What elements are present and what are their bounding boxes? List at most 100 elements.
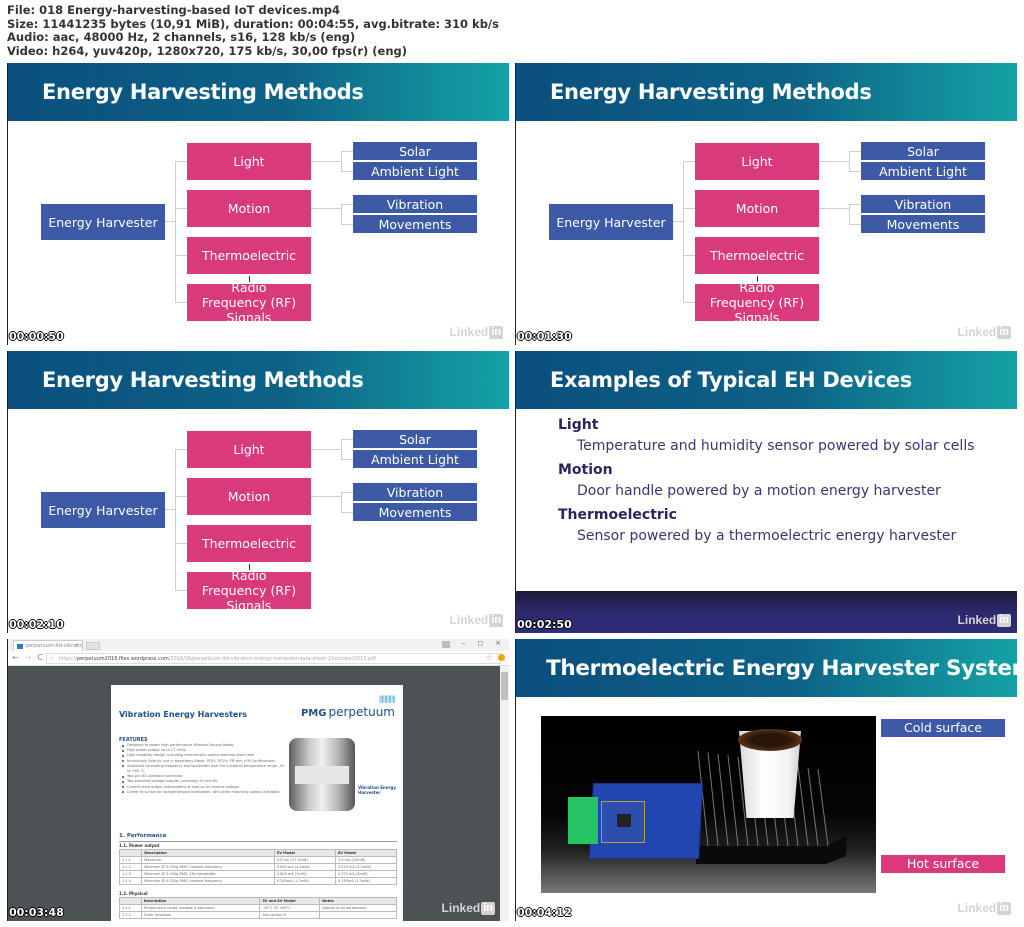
connector-line (849, 224, 861, 225)
node-movements: Movements (353, 215, 477, 233)
energy-harvesting-diagram: Energy Harvester Light Motion Thermoelec… (8, 409, 509, 633)
example-desc-light: Temperature and humidity sensor powered … (577, 438, 975, 454)
tab-close-icon[interactable]: × (75, 641, 79, 651)
table-cell: 1.1.1 (118, 856, 143, 864)
table-cell: See section 6 (259, 911, 321, 919)
bookmark-star-icon[interactable]: ☆ (486, 653, 493, 662)
brand-logo: PMG perpetuum (301, 705, 395, 719)
scrollbar-thumb[interactable] (501, 672, 508, 700)
linkedin-text: Linked (449, 613, 489, 627)
slide-title: Energy Harvesting Methods (550, 80, 872, 104)
frame-timestamp: 00:03:48 (9, 906, 64, 919)
connector-line (849, 151, 850, 172)
examples-list: Light Temperature and humidity sensor po… (558, 415, 975, 550)
node-motion: Motion (187, 478, 311, 515)
slide-header: Thermoelectric Energy Harvester System (516, 639, 1017, 697)
table-row: 1.1.1 Maximum 5.5 mA (27.5mW) 3.0 mA (24mW) (118, 856, 398, 864)
table-row: 1.1.3 Minimum @ 0.050g RMS, 2Hz bandwidth… (118, 870, 398, 878)
heatsink-fin (797, 765, 809, 847)
table-row: 1.1.4 Minimum @ 0.025g RMS, nominal frequ… (118, 877, 398, 885)
pdf-page: |||||||||||| Vibration Energy Harvesters… (111, 685, 410, 921)
heatsink-fin (717, 753, 729, 847)
connector-line (849, 151, 861, 152)
table-cell: Maximum (141, 856, 275, 864)
node-thermoelectric: Thermoelectric (187, 237, 311, 274)
table-cell: 1.2.2 (119, 911, 142, 919)
connector-line (819, 208, 849, 209)
minimize-button[interactable]: – (462, 639, 466, 648)
address-bar: ← → C ⓘ https://perpetuum2016.files.wordp… (8, 651, 509, 666)
node-movements: Movements (353, 503, 477, 521)
thumbnail-frame-5[interactable]: perpetuum-ltd-vibration × – ◻ × ← → C ⓘ h… (7, 639, 509, 921)
node-thermoelectric: Thermoelectric (187, 525, 311, 562)
example-desc-motion: Door handle powered by a motion energy h… (577, 483, 941, 499)
cold-surface-label: Cold surface (881, 719, 1005, 737)
linkedin-text: Linked (441, 901, 481, 915)
connector-line (165, 221, 175, 222)
new-tab-button[interactable] (86, 642, 100, 650)
linkedin-text: Linked (957, 613, 997, 627)
table-cell: Minimum @ 0.025g RMS, nominal frequency (141, 877, 275, 885)
reload-icon[interactable]: C (37, 653, 43, 662)
url-path: /2016/09/perpetuum-ltd-vibration-energy-… (168, 656, 376, 662)
slide-header: Energy Harvesting Methods (8, 351, 509, 409)
node-motion: Motion (187, 190, 311, 227)
url-input[interactable]: ⓘ https://perpetuum2016.files.wordpress.c… (46, 653, 501, 664)
table-cell: 5.5 mA (27.5mW) (273, 856, 336, 864)
nav-buttons: ← → C (12, 653, 43, 662)
forward-icon[interactable]: → (25, 653, 32, 662)
linkedin-watermark: Linked in (442, 901, 495, 915)
node-ambient-light: Ambient Light (353, 450, 477, 468)
node-radio-frequency: Radio Frequency (RF) Signals (187, 568, 311, 613)
thumbnail-frame-1[interactable]: Energy Harvesting Methods Energy Harvest… (7, 63, 509, 345)
user-profile-icon[interactable] (441, 641, 450, 648)
device-photo (289, 738, 355, 811)
url-scheme: https:// (59, 656, 77, 662)
connector-line (341, 204, 342, 225)
thumbnail-frame-4[interactable]: Examples of Typical EH Devices Light Tem… (515, 351, 1017, 633)
table-cell: Minimum @ 0.050g RMS, 2Hz bandwidth (141, 870, 275, 878)
connector-line (341, 439, 342, 460)
scrollbar[interactable] (500, 666, 509, 921)
favicon-icon (17, 644, 23, 649)
slide-header: Energy Harvesting Methods (8, 63, 509, 121)
connector-line (683, 255, 695, 256)
table-cell: Outer envelope (140, 911, 261, 919)
slide-title: Thermoelectric Energy Harvester System (546, 656, 1017, 681)
table-header-row: Description 5V Model 8V Model (118, 849, 398, 857)
back-icon[interactable]: ← (12, 653, 19, 662)
frame-timestamp: 00:02:10 (9, 618, 64, 631)
browser-tab[interactable]: perpetuum-ltd-vibration × (13, 640, 83, 651)
column-header: Notes (319, 897, 397, 905)
device-label (295, 766, 349, 784)
thumbnail-frame-6[interactable]: Thermoelectric Energy Harvester System C… (515, 639, 1017, 921)
feature-item: Center thru-hole for straightforward ins… (121, 790, 286, 795)
chip-core (617, 814, 631, 827)
connector-line (341, 439, 353, 440)
connector-line (849, 204, 861, 205)
connector-line (341, 224, 353, 225)
feature-item: Stabilized harvesting frequency and band… (121, 764, 286, 774)
restore-button[interactable]: ◻ (477, 639, 483, 648)
connector-line (683, 161, 695, 162)
linkedin-watermark: Linked in (958, 325, 1011, 339)
connector-line (311, 449, 341, 450)
extension-icon[interactable] (498, 654, 505, 661)
physical-heading: 1.2. Physical (119, 891, 148, 896)
linkedin-watermark: Linked in (450, 325, 503, 339)
thumbnail-frame-2[interactable]: Energy Harvesting Methods Energy Harvest… (515, 63, 1017, 345)
node-energy-harvester: Energy Harvester (549, 204, 673, 240)
features-list: Designed to power high performance Wirel… (121, 743, 286, 795)
heatsink-fin (807, 767, 819, 847)
url-host: perpetuum2016.files.wordpress.com (76, 656, 169, 662)
thumbnail-frame-3[interactable]: Energy Harvesting Methods Energy Harvest… (7, 351, 509, 633)
site-info-icon[interactable]: ⓘ (49, 654, 54, 663)
linkedin-logo-icon: in (481, 901, 495, 915)
connector-line (819, 161, 849, 162)
slide-title: Energy Harvesting Methods (42, 368, 364, 392)
table-cell: 1.1.2 (118, 863, 143, 871)
close-window-button[interactable]: × (495, 639, 501, 648)
table-row: 1.1.2 Minimum @ 0.050g RMS, nominal frequ… (118, 863, 398, 871)
coffee-surface (738, 729, 802, 751)
table-row: 1.2.2 Outer envelope See section 6 (119, 911, 397, 919)
